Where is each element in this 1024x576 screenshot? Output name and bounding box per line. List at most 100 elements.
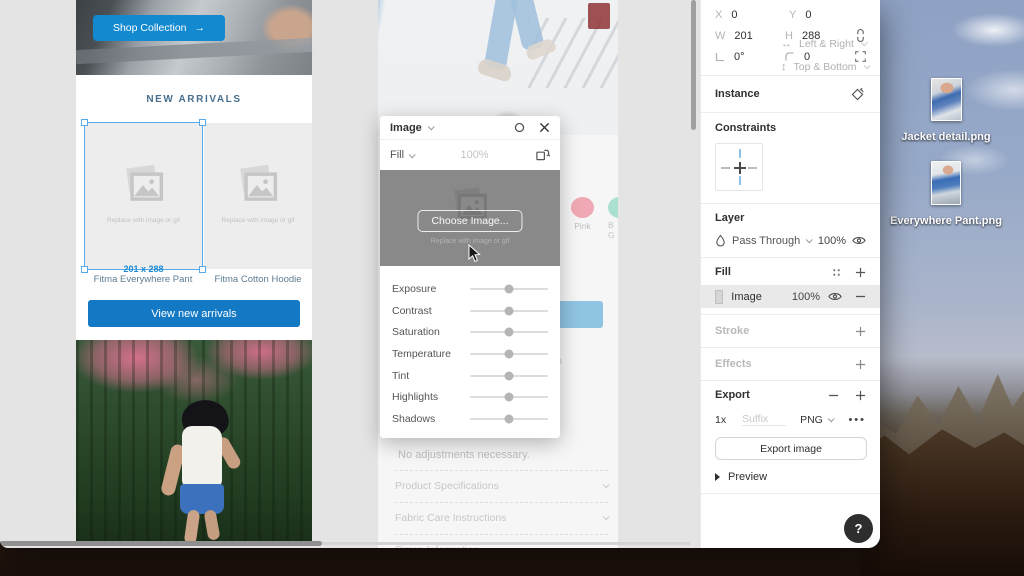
- preview-label: Preview: [728, 471, 768, 483]
- slider-thumb[interactable]: [504, 371, 514, 381]
- constraint-tick[interactable]: [721, 167, 730, 169]
- layer-section: Layer Pass Through 100%: [701, 204, 880, 258]
- blend-mode-dropdown[interactable]: Pass Through 100%: [715, 234, 866, 247]
- add-effect-icon[interactable]: [855, 359, 866, 370]
- shop-collection-button[interactable]: Shop Collection →: [93, 15, 225, 41]
- constraints-section: Constraints ↔ Left & Right ↕ Top & Botto…: [701, 38, 880, 204]
- constraint-tick[interactable]: [739, 176, 741, 185]
- export-options-icon[interactable]: •••: [848, 414, 866, 426]
- accordion-product-specifications[interactable]: Product Specifications: [395, 470, 610, 500]
- horizontal-scrollbar-thumb[interactable]: [0, 541, 322, 546]
- horizontal-constraint-dropdown[interactable]: ↔ Left & Right: [781, 32, 869, 55]
- x-input[interactable]: 0: [731, 9, 737, 21]
- slider-track[interactable]: [470, 306, 548, 316]
- image-placeholder-icon: [232, 159, 284, 211]
- image-opacity-value[interactable]: 100%: [414, 149, 535, 161]
- rotate-image-icon[interactable]: [535, 148, 550, 162]
- constraint-tick[interactable]: [739, 149, 741, 158]
- chevron-down-icon: [860, 39, 868, 47]
- instance-swap-icon[interactable]: [849, 86, 866, 103]
- export-scale-dropdown[interactable]: 1x: [715, 414, 726, 426]
- product-placeholder-card[interactable]: Replace with image or gif: [204, 123, 312, 269]
- photo-detail: [75, 37, 313, 65]
- accordion-fabric-care[interactable]: Fabric Care Instructions: [395, 502, 610, 532]
- slider-thumb[interactable]: [504, 327, 514, 337]
- shop-collection-label: Shop Collection: [112, 22, 187, 34]
- blend-circle-icon[interactable]: [514, 122, 525, 133]
- image-placeholder-icon: [118, 159, 170, 211]
- vertical-scrollbar-thumb[interactable]: [691, 0, 696, 130]
- remove-export-icon[interactable]: [828, 390, 839, 401]
- slider-track[interactable]: [470, 414, 548, 424]
- accordion-sizing-information[interactable]: Sizing Information: [395, 534, 610, 548]
- effects-section: Effects: [701, 348, 880, 381]
- instance-section[interactable]: Instance: [701, 76, 880, 113]
- chevron-down-icon[interactable]: [427, 123, 435, 131]
- remove-fill-icon[interactable]: [855, 291, 866, 302]
- swatch-label: B G: [608, 220, 615, 240]
- product-name: Fitma Cotton Hoodie: [214, 274, 302, 285]
- faded-product-photo: [378, 0, 618, 135]
- slider-thumb[interactable]: [504, 306, 514, 316]
- lifestyle-photo[interactable]: [76, 340, 312, 541]
- slider-thumb[interactable]: [504, 284, 514, 294]
- chevron-down-icon: [602, 545, 610, 548]
- fill-type-label: Image: [731, 290, 762, 303]
- layer-opacity-value[interactable]: 100%: [818, 235, 846, 247]
- hero-photo[interactable]: Shop Collection →: [75, 0, 313, 75]
- fill-opacity-value[interactable]: 100%: [792, 291, 820, 303]
- desktop-file-jacket-detail[interactable]: Jacket detail.png: [886, 78, 1006, 144]
- export-image-button[interactable]: Export image: [715, 437, 867, 460]
- file-name: Everywhere Pant.png: [890, 215, 1002, 227]
- photo-detail: [588, 3, 610, 29]
- constraint-tick[interactable]: [748, 167, 757, 169]
- suffix-input[interactable]: [742, 413, 787, 426]
- slider-track[interactable]: [470, 284, 548, 294]
- color-swatch-pink[interactable]: [571, 197, 594, 218]
- add-stroke-icon[interactable]: [855, 326, 866, 337]
- constraints-widget[interactable]: [715, 143, 763, 191]
- slider-track[interactable]: [470, 349, 548, 359]
- desktop-file-everywhere-pant[interactable]: Everywhere Pant.png: [886, 161, 1006, 228]
- view-new-arrivals-button[interactable]: View new arrivals: [88, 300, 300, 327]
- storefront-frame[interactable]: Shop Collection → NEW ARRIVALS Replace w…: [75, 0, 313, 541]
- eye-icon[interactable]: [852, 235, 866, 246]
- preview-toggle[interactable]: Preview: [715, 471, 866, 483]
- slider-thumb[interactable]: [504, 414, 514, 424]
- add-export-icon[interactable]: [855, 390, 866, 401]
- color-swatch-teal[interactable]: [608, 197, 618, 218]
- photo-detail: [183, 509, 201, 541]
- slider-label: Tint: [392, 369, 410, 382]
- chevron-down-icon: [602, 481, 610, 489]
- slider-row-saturation: Saturation: [392, 321, 548, 343]
- close-icon[interactable]: [539, 122, 550, 133]
- styles-grid-icon[interactable]: [832, 268, 841, 277]
- slider-row-temperature: Temperature: [392, 343, 548, 365]
- image-fill-dialog: Image Fill 100% Choose Image... Replace …: [380, 116, 560, 438]
- help-button[interactable]: ?: [844, 514, 873, 543]
- product-placeholder-card[interactable]: Replace with image or gif: [85, 123, 202, 269]
- new-arrivals-section: NEW ARRIVALS Replace with image or gif R…: [76, 75, 312, 340]
- slider-label: Temperature: [392, 347, 451, 360]
- slider-track[interactable]: [470, 327, 548, 337]
- image-preview-area[interactable]: Choose Image... Replace with image or gi…: [380, 170, 560, 266]
- fill-mode-dropdown[interactable]: Fill: [390, 149, 416, 161]
- slider-row-tint: Tint: [392, 365, 548, 387]
- choose-image-button[interactable]: Choose Image...: [417, 210, 523, 232]
- fill-thumbnail[interactable]: [715, 289, 724, 304]
- slider-thumb[interactable]: [504, 392, 514, 402]
- slider-track[interactable]: [470, 371, 548, 381]
- y-input[interactable]: 0: [805, 9, 811, 21]
- rotation-input[interactable]: 0°: [734, 51, 745, 63]
- slider-track[interactable]: [470, 392, 548, 402]
- export-format-dropdown[interactable]: PNG: [800, 414, 835, 426]
- slider-thumb[interactable]: [504, 349, 514, 359]
- slider-row-shadows: Shadows: [392, 408, 548, 430]
- file-thumbnail[interactable]: [930, 78, 962, 121]
- file-thumbnail[interactable]: [931, 161, 961, 205]
- width-input[interactable]: 201: [734, 30, 752, 42]
- eye-icon[interactable]: [828, 291, 842, 302]
- add-fill-icon[interactable]: [855, 267, 866, 278]
- fill-row-image[interactable]: Image 100%: [701, 285, 880, 308]
- vertical-constraint-dropdown[interactable]: ↕ Top & Bottom: [781, 55, 871, 78]
